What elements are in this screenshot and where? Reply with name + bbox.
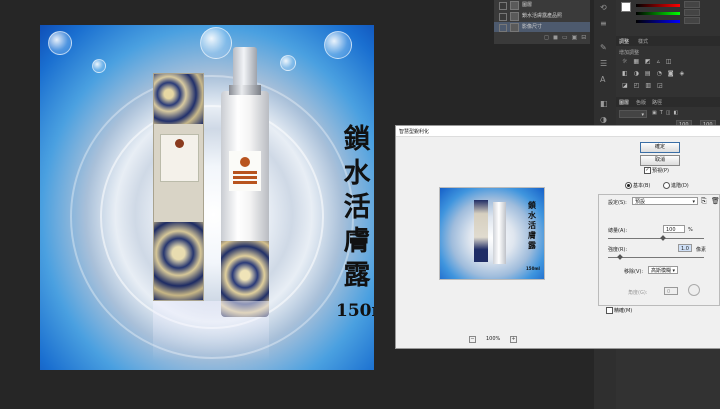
basic-label: 基本(B) — [633, 183, 651, 189]
layer-row[interactable]: 影像尺寸 — [494, 22, 590, 32]
layer-name: 鎖水活膚露產品照 — [522, 13, 563, 19]
brand-logo-icon — [240, 157, 250, 167]
eye-icon[interactable] — [499, 2, 507, 10]
tab-channels[interactable]: 色版 — [636, 99, 646, 106]
tab-styles[interactable]: 樣式 — [638, 38, 648, 45]
box-pattern — [154, 74, 203, 124]
box-pattern — [154, 222, 203, 300]
color-slider-b[interactable] — [636, 20, 680, 23]
advanced-label: 進階(D) — [671, 183, 689, 189]
color-b-input[interactable] — [684, 17, 700, 24]
advanced-radio[interactable] — [663, 182, 670, 189]
smart-sharpen-dialog: 智慧型銳利化 鎖水活膚露 150ml − 100% + 確定 取消 ✓ 預視(P… — [395, 125, 720, 349]
dialog-titlebar[interactable]: 智慧型銳利化 — [396, 126, 720, 137]
layer-thumbnail — [510, 1, 519, 10]
layer-name: 影像尺寸 — [522, 24, 543, 30]
zoom-out-button[interactable]: − — [469, 336, 476, 343]
zoom-in-button[interactable]: + — [510, 336, 517, 343]
box-label — [160, 134, 199, 182]
bubble — [324, 31, 352, 59]
amount-input[interactable]: 100 — [663, 225, 685, 233]
filter-preview[interactable]: 鎖水活膚露 150ml — [439, 187, 545, 280]
document-canvas[interactable]: 鎖水活膚露 150ml — [40, 25, 374, 370]
product-reflection — [153, 301, 269, 361]
tab-adjustments[interactable]: 調整 — [619, 38, 629, 45]
history-icon[interactable]: ⟲ — [600, 4, 610, 12]
color-g-input[interactable] — [684, 9, 700, 16]
product-title: 鎖水活膚露 — [343, 124, 371, 291]
brand-logo-icon — [175, 139, 184, 148]
color-slider-g[interactable] — [636, 12, 680, 15]
add-adjustment-label: 增加調整 — [619, 50, 640, 56]
layer-row[interactable]: 圖層 — [494, 0, 590, 10]
angle-input: 0 — [664, 287, 678, 295]
adjustment-icons-row-3[interactable]: ◪◰▥◲ — [622, 82, 669, 89]
preview-checkbox[interactable]: ✓ — [644, 167, 651, 174]
preview-box — [474, 200, 488, 262]
layers-panel-header: 圖層 色版 路徑 — [616, 97, 720, 107]
amount-unit: % — [688, 227, 693, 233]
color-slider-r[interactable] — [636, 4, 680, 7]
adjust-icon[interactable]: ☰ — [600, 60, 610, 68]
product-size: 150ml — [336, 301, 374, 321]
tab-paths[interactable]: 路徑 — [652, 99, 662, 106]
radius-label: 強度(R): — [608, 247, 628, 253]
settings-label: 設定(S): — [608, 200, 627, 206]
cancel-button[interactable]: 取消 — [640, 155, 680, 166]
layers-panel: 圖層 鎖水活膚露產品照 影像尺寸 ◻◼▭▣⊟ — [494, 0, 590, 44]
bottle-label — [229, 151, 261, 191]
eye-icon[interactable] — [499, 13, 507, 21]
zoom-level: 100% — [486, 336, 501, 342]
remove-select[interactable]: 高斯模糊 — [648, 266, 678, 275]
character-icon[interactable]: A — [600, 76, 610, 84]
settings-select[interactable]: 預設 — [632, 197, 698, 206]
layer-actions-icons[interactable]: ◻◼▭▣⊟ — [544, 34, 590, 41]
tab-layers[interactable]: 圖層 — [619, 99, 629, 106]
adjustment-icons-row-2[interactable]: ◧◑▤◔◙◈ — [622, 70, 690, 77]
color-r-input[interactable] — [684, 1, 700, 8]
bubble — [48, 31, 72, 55]
adjustments-panel-header: 調整 樣式 — [616, 36, 720, 46]
amount-slider-track[interactable] — [608, 238, 704, 239]
bubble — [92, 59, 106, 73]
adjustment-icons-row-1[interactable]: ☼▦◩▵◫ — [622, 58, 677, 65]
product-bottle — [221, 47, 269, 317]
brush-icon[interactable]: ✎ — [600, 44, 610, 52]
preview-size: 150ml — [526, 266, 540, 271]
foreground-color-swatch[interactable] — [621, 2, 631, 12]
angle-dial — [688, 284, 700, 296]
bubble — [200, 27, 232, 59]
layer-filter-select[interactable] — [619, 110, 647, 119]
delete-preset-icon[interactable]: 🗑 — [711, 197, 720, 205]
basic-radio[interactable] — [625, 182, 632, 189]
layer-filter-icons[interactable]: ▣T◫◧ — [652, 110, 681, 116]
preview-bottle — [493, 202, 506, 264]
remove-label: 移除(V): — [624, 269, 644, 275]
more-accurate-checkbox[interactable] — [606, 307, 613, 314]
more-accurate-label: 精確(M) — [614, 308, 633, 314]
layer-row[interactable]: 鎖水活膚露產品照 — [494, 11, 590, 21]
layers-icon[interactable]: ◧ — [600, 100, 610, 108]
preview-title: 鎖水活膚露 — [528, 200, 536, 250]
channels-icon[interactable]: ◑ — [600, 116, 610, 124]
save-preset-icon[interactable]: ⎘ — [701, 197, 707, 206]
product-box — [153, 73, 204, 301]
angle-label: 角度(G): — [628, 290, 648, 296]
layer-name: 圖層 — [522, 2, 533, 8]
radius-input[interactable]: 1.0 — [678, 244, 692, 252]
properties-icon[interactable]: ≡ — [600, 20, 610, 28]
layer-thumbnail — [510, 12, 519, 21]
amount-label: 總量(A): — [608, 228, 628, 234]
layer-thumbnail — [510, 23, 519, 32]
eye-icon[interactable] — [499, 24, 507, 32]
dialog-title: 智慧型銳利化 — [399, 129, 430, 135]
preview-label: 預視(P) — [652, 168, 669, 174]
ok-button[interactable]: 確定 — [640, 142, 680, 153]
label-text-lines — [233, 171, 257, 174]
radius-unit: 像素 — [696, 247, 707, 253]
bottle-collar — [229, 85, 261, 95]
bubble — [280, 55, 296, 71]
